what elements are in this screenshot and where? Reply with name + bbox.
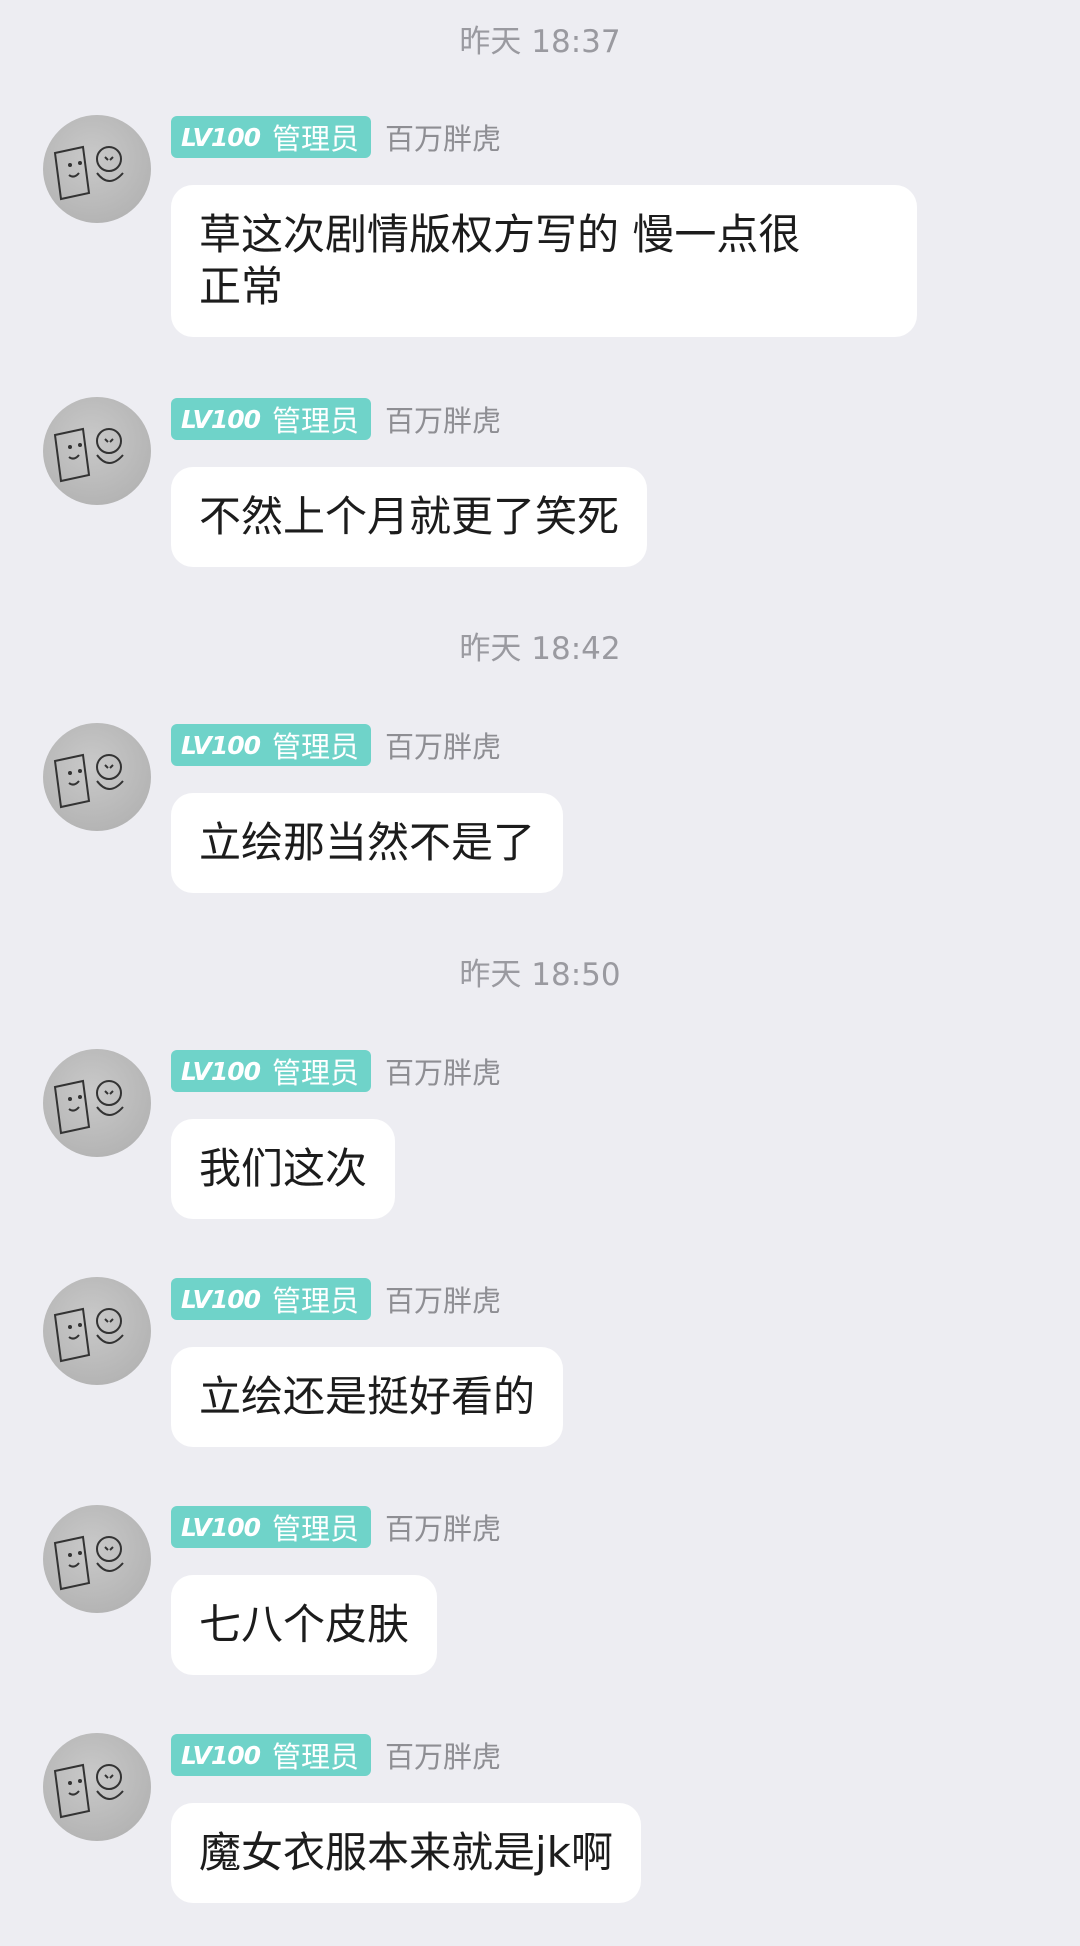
message-bubble[interactable]: 七八个皮肤	[171, 1575, 438, 1675]
message-bubble[interactable]: 立绘还是挺好看的	[171, 1347, 564, 1447]
avatar[interactable]	[43, 1049, 151, 1157]
username[interactable]: 百万胖虎	[385, 724, 501, 766]
chat-timestamp: 昨天 18:37	[459, 24, 621, 60]
message-bubble[interactable]: 魔女衣服本来就是jk啊	[171, 1803, 641, 1903]
avatar[interactable]	[43, 1505, 151, 1613]
username[interactable]: 百万胖虎	[385, 1050, 501, 1092]
avatar[interactable]	[43, 1277, 151, 1385]
sender-meta: LV100 管理员 百万胖虎	[171, 1277, 501, 1321]
level-badge: LV100 管理员	[171, 724, 372, 766]
username[interactable]: 百万胖虎	[385, 398, 501, 440]
level-badge: LV100 管理员	[171, 398, 372, 440]
sender-meta: LV100 管理员 百万胖虎	[171, 397, 501, 441]
avatar[interactable]	[43, 1733, 151, 1841]
avatar[interactable]	[43, 115, 151, 223]
message-bubble[interactable]: 我们这次	[171, 1119, 396, 1219]
message-bubble[interactable]: 不然上个月就更了笑死	[171, 467, 648, 567]
sender-meta: LV100 管理员 百万胖虎	[171, 1049, 501, 1093]
username[interactable]: 百万胖虎	[385, 1278, 501, 1320]
sender-meta: LV100 管理员 百万胖虎	[171, 1733, 501, 1777]
chat-timestamp: 昨天 18:50	[459, 957, 621, 993]
level-badge: LV100 管理员	[171, 1050, 372, 1092]
username[interactable]: 百万胖虎	[385, 1506, 501, 1548]
sender-meta: LV100 管理员 百万胖虎	[171, 723, 501, 767]
avatar[interactable]	[43, 397, 151, 505]
sender-meta: LV100 管理员 百万胖虎	[171, 1505, 501, 1549]
level-badge: LV100 管理员	[171, 1734, 372, 1776]
chat-timestamp: 昨天 18:42	[459, 631, 621, 667]
username[interactable]: 百万胖虎	[385, 1734, 501, 1776]
username[interactable]: 百万胖虎	[385, 116, 501, 158]
sender-meta: LV100 管理员 百万胖虎	[171, 115, 501, 159]
message-bubble[interactable]: 草这次剧情版权方写的 慢一点很 正常	[171, 185, 917, 337]
message-bubble[interactable]: 立绘那当然不是了	[171, 793, 564, 893]
avatar[interactable]	[43, 723, 151, 831]
level-badge: LV100 管理员	[171, 1506, 372, 1548]
level-badge: LV100 管理员	[171, 116, 372, 158]
level-badge: LV100 管理员	[171, 1278, 372, 1320]
